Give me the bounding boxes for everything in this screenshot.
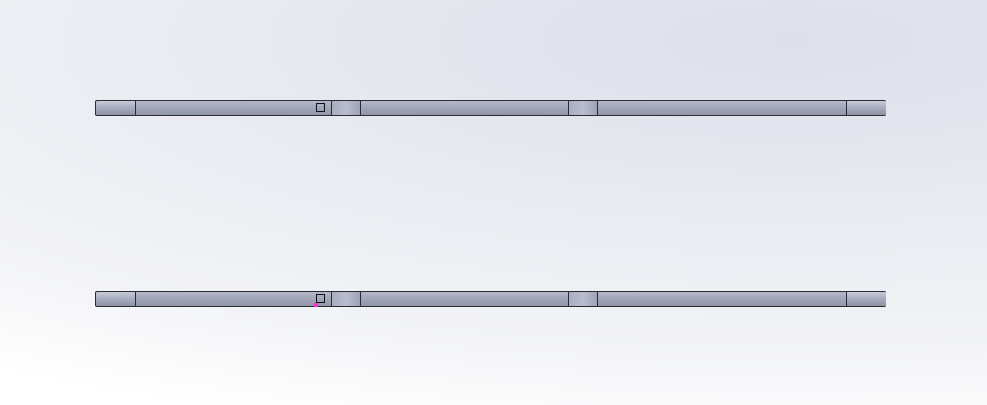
rail-bar-segment[interactable] xyxy=(597,100,846,116)
rail-end-left[interactable] xyxy=(95,291,135,307)
sketch-point-marker[interactable] xyxy=(316,294,325,303)
rail-bar-segment[interactable] xyxy=(135,291,331,307)
rail-end-right[interactable] xyxy=(846,291,886,307)
rail-joint[interactable] xyxy=(331,100,360,116)
rail-bar-segment[interactable] xyxy=(360,100,568,116)
rail-bar-segment[interactable] xyxy=(360,291,568,307)
sketch-point-marker[interactable] xyxy=(316,103,325,112)
rail-end-left[interactable] xyxy=(95,100,135,116)
rail-joint[interactable] xyxy=(568,100,597,116)
rail-bar-segment[interactable] xyxy=(597,291,846,307)
rail-part-top[interactable] xyxy=(95,100,886,116)
rail-end-right[interactable] xyxy=(846,100,886,116)
origin-point-icon[interactable] xyxy=(314,303,318,307)
rail-part-bottom[interactable] xyxy=(95,291,886,307)
graphics-viewport[interactable] xyxy=(0,0,987,405)
rail-joint[interactable] xyxy=(331,291,360,307)
rail-joint[interactable] xyxy=(568,291,597,307)
rail-bar-segment[interactable] xyxy=(135,100,331,116)
